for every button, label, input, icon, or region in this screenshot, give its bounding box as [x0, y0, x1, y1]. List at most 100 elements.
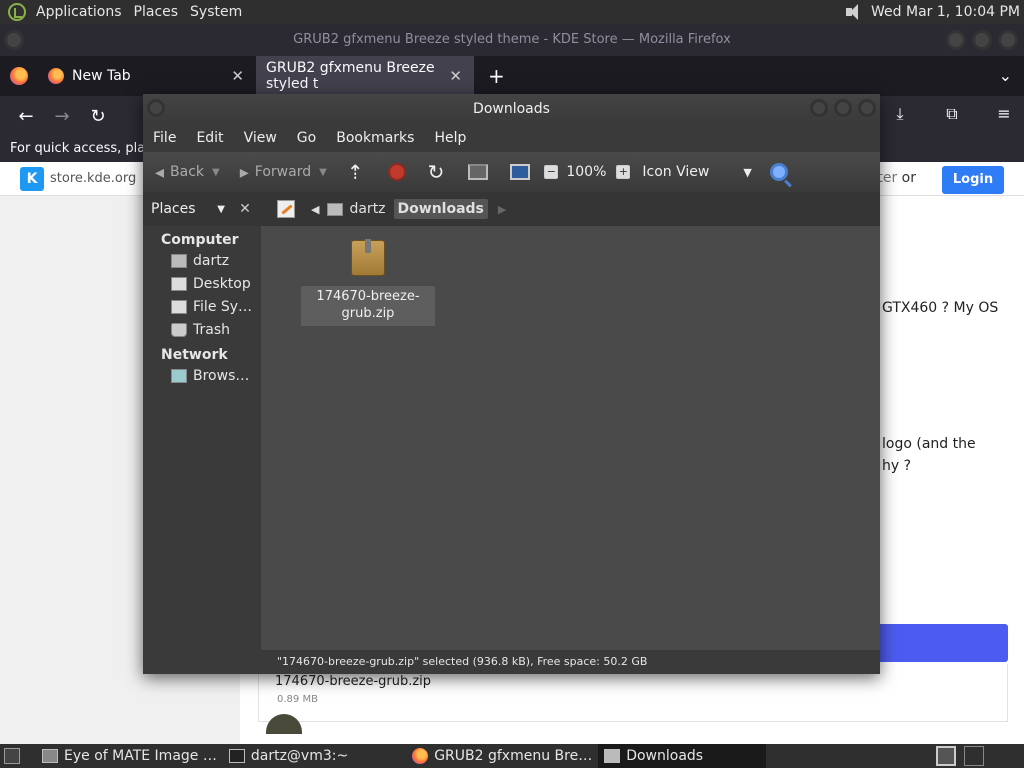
- firefox-window-title: GRUB2 gfxmenu Breeze styled theme - KDE …: [293, 32, 731, 47]
- tab-kde-store[interactable]: GRUB2 gfxmenu Breeze styled t ✕: [256, 56, 474, 96]
- sidebar-item-desktop[interactable]: Desktop: [143, 272, 259, 295]
- edit-location-icon[interactable]: [277, 200, 295, 218]
- back-dropdown-icon[interactable]: ▼: [212, 167, 220, 178]
- zoom-in-button[interactable]: +: [616, 165, 631, 179]
- extensions-icon[interactable]: ⧉: [942, 104, 962, 124]
- clock[interactable]: Wed Mar 1, 10:04 PM: [871, 4, 1020, 20]
- sidebar-heading-computer: Computer: [161, 232, 239, 248]
- top-panel: Applications Places System Wed Mar 1, 10…: [0, 0, 1024, 24]
- close-sidebar-icon[interactable]: ✕: [235, 199, 255, 219]
- places-label: Places: [151, 201, 196, 217]
- task-label: GRUB2 gfxmenu Bre…: [434, 748, 593, 764]
- downloads-icon[interactable]: ⤓: [890, 104, 910, 124]
- sidebar-item-trash[interactable]: Trash: [143, 318, 259, 341]
- back-button[interactable]: ◂ Back ▼: [155, 162, 220, 183]
- places-selector[interactable]: Places ▼: [149, 198, 229, 220]
- reload-icon[interactable]: ↻: [428, 160, 445, 184]
- forward-button[interactable]: ▸ Forward ▼: [240, 162, 327, 183]
- minimize-button[interactable]: [946, 30, 966, 50]
- close-button[interactable]: [858, 99, 876, 117]
- places-menu[interactable]: Places: [128, 0, 185, 24]
- view-mode-dropdown-icon[interactable]: ▼: [743, 166, 751, 179]
- crumb-label: dartz: [349, 201, 386, 217]
- new-tab-button[interactable]: +: [488, 64, 505, 88]
- zoom-out-button[interactable]: −: [544, 165, 559, 179]
- terminal-icon: [228, 749, 245, 763]
- close-button[interactable]: [998, 30, 1018, 50]
- tab-close-icon[interactable]: ✕: [449, 67, 462, 85]
- zip-archive-icon[interactable]: [351, 239, 385, 276]
- file-manager-title: Downloads: [473, 101, 550, 117]
- maximize-button[interactable]: [834, 99, 852, 117]
- site-name[interactable]: store.kde.org: [50, 171, 136, 186]
- reload-icon[interactable]: ↻: [88, 106, 108, 127]
- task-eye-of-mate[interactable]: Eye of MATE Image …: [36, 744, 223, 768]
- crumb-downloads[interactable]: Downloads: [393, 199, 488, 219]
- task-firefox[interactable]: GRUB2 gfxmenu Bre…: [406, 744, 598, 768]
- tab-new-tab[interactable]: New Tab ✕: [38, 56, 256, 96]
- workspace-1[interactable]: [936, 746, 956, 766]
- up-arrow-icon[interactable]: ⇡: [347, 160, 364, 184]
- sidebar-item-label: dartz: [193, 252, 230, 269]
- sidebar-item-filesystem[interactable]: File Sy…: [143, 295, 259, 318]
- menu-edit[interactable]: Edit: [186, 130, 233, 146]
- minimize-button[interactable]: [810, 99, 828, 117]
- crumb-left-arrow-icon[interactable]: ◀: [311, 203, 319, 216]
- firefox-icon: [412, 748, 429, 764]
- file-label[interactable]: 174670-breeze-grub.zip: [301, 286, 435, 326]
- download-file-name[interactable]: 174670-breeze-grub.zip: [275, 674, 431, 689]
- window-menu-button[interactable]: [147, 99, 165, 117]
- mate-logo-icon[interactable]: [8, 3, 26, 21]
- desktop-icon: [171, 276, 187, 291]
- menu-bookmarks[interactable]: Bookmarks: [326, 130, 424, 146]
- menu-help[interactable]: Help: [424, 130, 476, 146]
- sidebar-item-dartz[interactable]: dartz: [143, 249, 259, 272]
- file-view[interactable]: 174670-breeze-grub.zip: [261, 226, 880, 650]
- applications-menu[interactable]: Applications: [30, 0, 128, 24]
- firefox-view-icon[interactable]: [10, 67, 28, 85]
- bottom-panel: Eye of MATE Image … dartz@vm3:~ GRUB2 gf…: [0, 744, 1024, 768]
- back-arrow-icon[interactable]: ←: [16, 106, 36, 127]
- view-mode-select[interactable]: Icon View: [642, 164, 709, 180]
- menu-view[interactable]: View: [234, 130, 287, 146]
- firefox-icon: [48, 68, 64, 84]
- crumb-dartz[interactable]: dartz: [327, 201, 386, 217]
- back-label: Back: [170, 164, 205, 180]
- tab-close-icon[interactable]: ✕: [231, 67, 244, 85]
- window-menu-button[interactable]: [4, 30, 24, 50]
- kde-logo-icon[interactable]: K: [20, 166, 44, 191]
- home-icon[interactable]: [468, 164, 489, 180]
- search-icon[interactable]: [769, 163, 788, 181]
- status-bar: "174670-breeze-grub.zip" selected (936.8…: [261, 650, 880, 674]
- system-menu[interactable]: System: [184, 0, 248, 24]
- login-button[interactable]: Login: [942, 166, 1004, 194]
- volume-icon[interactable]: [845, 4, 863, 20]
- sidebar-item-browse-network[interactable]: Brows…: [143, 364, 259, 387]
- stop-icon[interactable]: [387, 163, 406, 181]
- crumb-right-arrow-icon[interactable]: ▶: [498, 203, 506, 216]
- maximize-button[interactable]: [972, 30, 992, 50]
- forward-arrow-icon[interactable]: →: [52, 106, 72, 127]
- page-text-line: logo (and the: [882, 436, 976, 452]
- list-tabs-chevron-icon[interactable]: ⌄: [999, 66, 1012, 85]
- page-text-line: GTX460 ? My OS: [882, 300, 999, 316]
- hamburger-menu-icon[interactable]: ≡: [994, 104, 1014, 124]
- network-icon: [171, 368, 187, 383]
- show-desktop-icon[interactable]: [4, 748, 20, 764]
- forward-dropdown-icon[interactable]: ▼: [319, 167, 327, 178]
- workspace-2[interactable]: [964, 746, 984, 766]
- computer-icon[interactable]: [510, 164, 531, 180]
- task-terminal[interactable]: dartz@vm3:~: [223, 744, 354, 768]
- sidebar-item-label: File Sy…: [193, 298, 253, 315]
- sidebar: Computer dartz Desktop File Sy… Trash Ne…: [143, 226, 259, 650]
- task-downloads[interactable]: Downloads: [598, 744, 767, 768]
- location-bar: Places ▼ ✕ ◀ dartz Downloads ▶: [143, 192, 880, 226]
- or-text: or: [901, 170, 916, 186]
- menu-go[interactable]: Go: [287, 130, 326, 146]
- task-label: Eye of MATE Image …: [64, 748, 217, 764]
- sidebar-item-label: Brows…: [193, 367, 250, 384]
- sidebar-item-label: Desktop: [193, 275, 251, 292]
- download-button[interactable]: [860, 624, 1008, 662]
- menu-file[interactable]: File: [143, 130, 186, 146]
- page-text-line: hy ?: [882, 458, 912, 474]
